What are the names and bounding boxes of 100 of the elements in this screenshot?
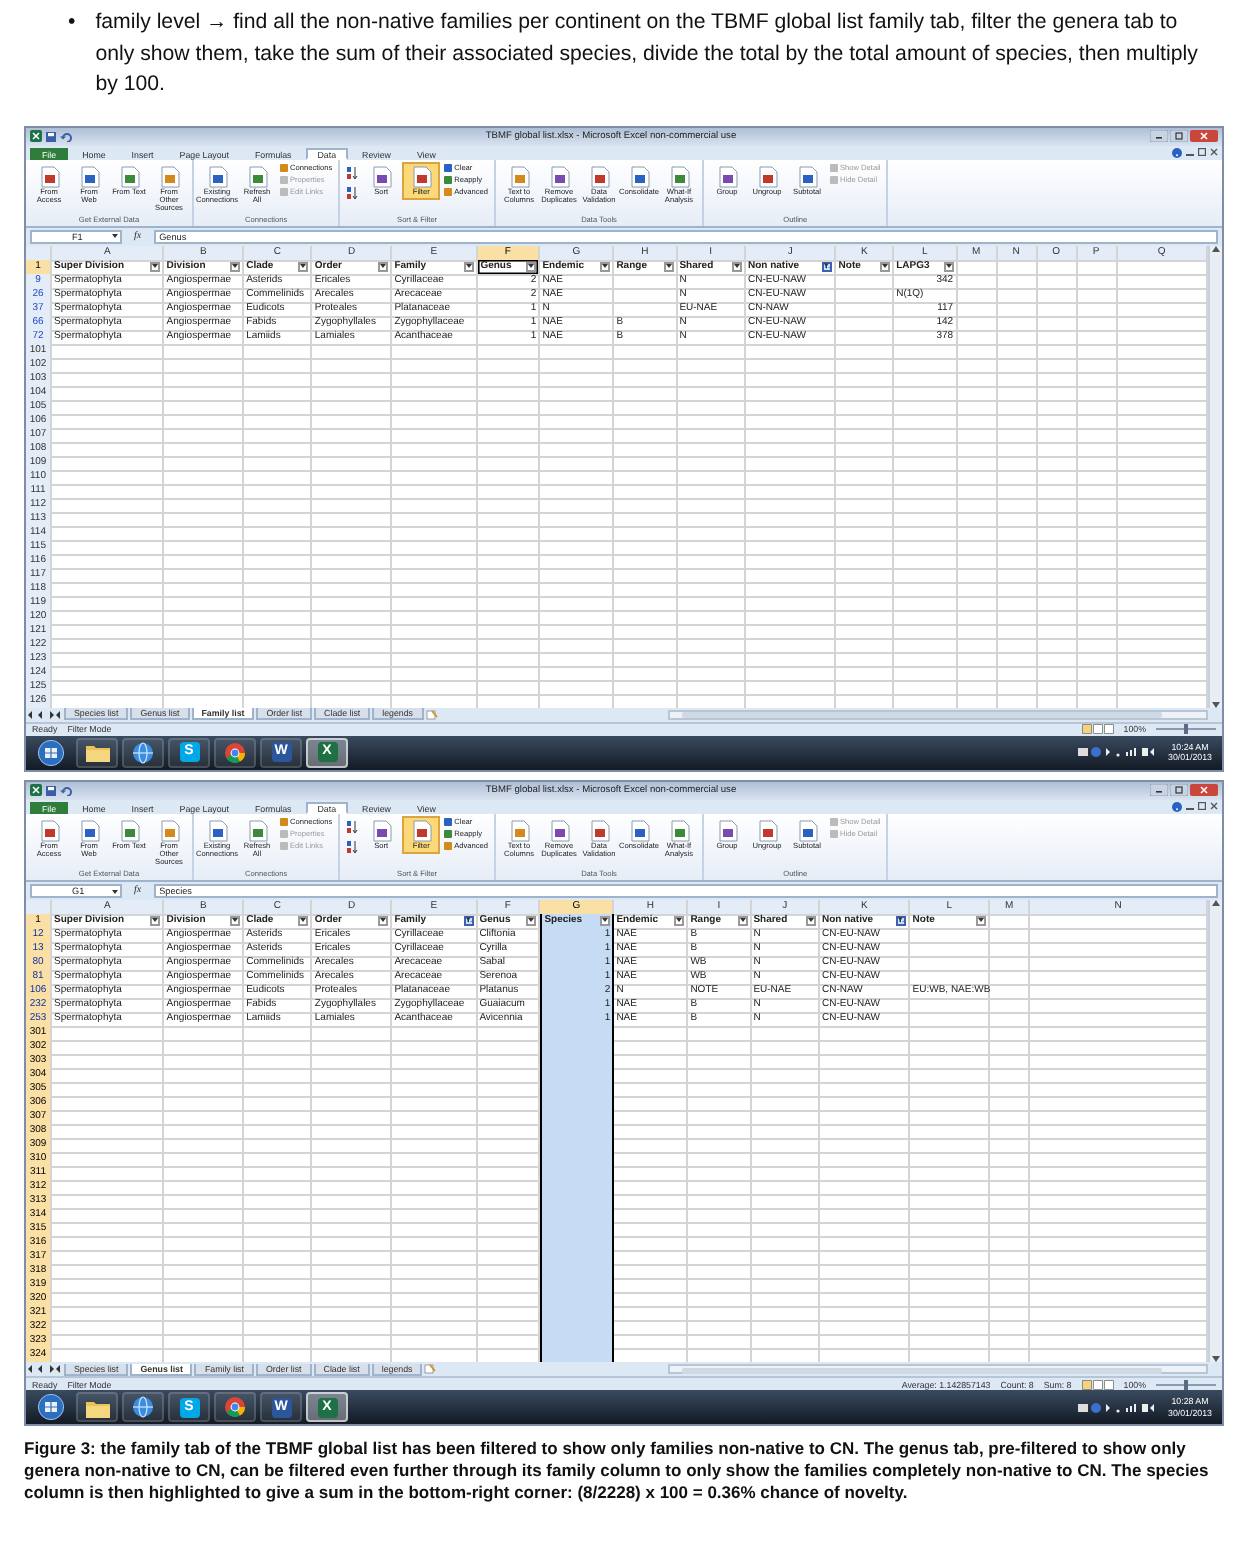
filter-dropdown-button[interactable]: [674, 915, 685, 926]
sort-icon: [346, 819, 359, 834]
spreadsheet-logo-icon: [30, 130, 42, 142]
filter-dropdown-button[interactable]: [378, 261, 389, 272]
filter-dropdown-button[interactable]: [150, 261, 161, 272]
sort-button[interactable]: [344, 183, 361, 201]
document-icon: [207, 819, 227, 842]
document-icon: [159, 165, 179, 187]
sort-icon: [346, 165, 359, 179]
slider-thumb[interactable]: [1183, 1379, 1189, 1390]
tray-icons-drawing: [1078, 1401, 1159, 1414]
filter-dropdown-button[interactable]: [463, 915, 474, 926]
vertical-scrollbar[interactable]: [1208, 900, 1222, 1363]
document-icon: [629, 165, 649, 187]
taskbar-button[interactable]: [214, 1392, 256, 1423]
sort-button[interactable]: [344, 837, 361, 856]
close-icon[interactable]: [1190, 130, 1218, 142]
zoom-slider[interactable]: [1156, 1379, 1216, 1390]
funnel-icon: [824, 262, 831, 271]
filter-dropdown-button[interactable]: [943, 261, 954, 272]
save-icon[interactable]: [46, 131, 56, 141]
document-icon: [411, 165, 432, 187]
filter-dropdown-button[interactable]: [880, 261, 891, 272]
taskbar-button[interactable]: [76, 1392, 118, 1423]
document-icon: [669, 165, 689, 187]
view-mode-icon[interactable]: [1081, 1379, 1114, 1390]
minimize-icon[interactable]: [1150, 784, 1168, 797]
maximize-icon[interactable]: [1170, 784, 1188, 797]
taskbar-button[interactable]: [122, 737, 164, 768]
filter-dropdown-button[interactable]: [805, 915, 816, 926]
close-icon[interactable]: [1190, 784, 1218, 797]
document-icon: [797, 165, 817, 187]
restore-icon[interactable]: [1198, 802, 1206, 811]
filter-dropdown-button[interactable]: [298, 915, 309, 926]
minimize-icon[interactable]: [1150, 130, 1168, 142]
filter-dropdown-button[interactable]: [663, 261, 674, 272]
document-icon: [589, 819, 609, 842]
vertical-scrollbar[interactable]: [1208, 245, 1222, 708]
taskbar-button[interactable]: [122, 1392, 164, 1423]
document-icon: [371, 819, 392, 842]
filter-dropdown-button[interactable]: [976, 915, 987, 926]
figure-caption: Figure 3: the family tab of the TBMF global list has been filtered to show only families non-native to CN. The genus tab, pre-filtered to show only genera non-native to CN, can be filtered even further through its family column to only show the families completely non-native to CN. The species column is then highlighted to give a sum in the bottom-right corner: (8/2228) x 100 = 0.36% chance of novelty.: [24, 1438, 1211, 1506]
document-icon: [79, 819, 99, 842]
filter-dropdown-button[interactable]: [731, 261, 742, 272]
tray-icons-drawing: [1078, 746, 1159, 759]
filter-dropdown-button[interactable]: [737, 915, 748, 926]
filter-dropdown-button[interactable]: [463, 261, 474, 272]
document-icon: [411, 819, 432, 842]
filter-dropdown-button[interactable]: [298, 261, 309, 272]
filter-dropdown-button[interactable]: [526, 261, 537, 272]
start-orb-icon: [38, 739, 64, 766]
view-mode-icon[interactable]: [1081, 724, 1114, 735]
document-icon: [39, 819, 59, 842]
instruction-text: family level → find all the non-native families per continent on the TBMF global list family tab, filter the genera tab to only show them, take the sum of their associated species, divide the total by the total amount of species, then multiply by 100.: [95, 8, 1200, 100]
filter-dropdown-button[interactable]: [150, 915, 161, 926]
save-icon[interactable]: [46, 785, 56, 796]
document-icon: [717, 819, 737, 842]
filter-dropdown-button[interactable]: [600, 261, 611, 272]
new-sheet-icon[interactable]: [425, 709, 437, 720]
help-icon[interactable]: [1172, 801, 1182, 812]
round-logo-icon: [224, 1396, 246, 1419]
zoom-slider[interactable]: [1156, 724, 1216, 735]
document-icon: [159, 819, 179, 842]
restore-icon[interactable]: [1198, 148, 1206, 156]
undo-icon[interactable]: [60, 131, 72, 141]
filter-dropdown-button[interactable]: [378, 915, 389, 926]
document-icon: [717, 165, 737, 187]
funnel-icon: [898, 916, 905, 925]
taskbar-button[interactable]: [76, 737, 118, 768]
filter-dropdown-button[interactable]: [896, 915, 907, 926]
start-orb-icon: [38, 1394, 64, 1421]
horizontal-scrollbar[interactable]: [668, 709, 1208, 720]
folder-icon: [85, 1397, 109, 1418]
caret-icon: [112, 889, 118, 894]
filter-dropdown-button[interactable]: [822, 261, 833, 272]
sheet-navigation-icon[interactable]: [26, 709, 62, 720]
sort-button[interactable]: [344, 163, 361, 181]
round-logo-icon: [224, 741, 246, 764]
filter-dropdown-button[interactable]: [230, 261, 241, 272]
close-icon[interactable]: [1210, 802, 1218, 811]
filter-dropdown-button[interactable]: [526, 915, 537, 926]
document-icon: [247, 819, 267, 842]
sort-button[interactable]: [344, 817, 361, 836]
sheet-navigation-icon[interactable]: [26, 1364, 62, 1375]
help-icon[interactable]: [1172, 147, 1182, 157]
globe-icon: [132, 741, 154, 764]
new-sheet-icon[interactable]: [424, 1364, 437, 1375]
document-icon: [119, 165, 139, 187]
document-icon: [669, 819, 689, 842]
filter-dropdown-button[interactable]: [600, 915, 611, 926]
taskbar-button[interactable]: [214, 737, 256, 768]
folder-icon: [85, 742, 109, 763]
undo-icon[interactable]: [60, 785, 72, 796]
globe-icon: [132, 1396, 154, 1419]
bullet: •: [68, 8, 76, 38]
close-icon[interactable]: [1210, 148, 1218, 156]
horizontal-scrollbar[interactable]: [668, 1364, 1208, 1375]
slider-thumb[interactable]: [1183, 724, 1189, 735]
sort-icon: [346, 839, 359, 854]
filter-dropdown-button[interactable]: [230, 915, 241, 926]
